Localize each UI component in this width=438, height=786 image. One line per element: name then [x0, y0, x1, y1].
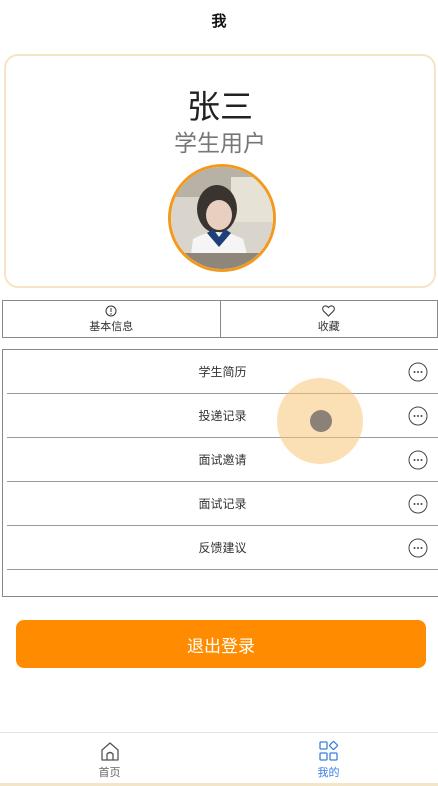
menu-item-interview-records[interactable]: 面试记录	[7, 482, 438, 526]
avatar[interactable]	[168, 164, 276, 272]
menu-item-label: 反馈建议	[198, 541, 247, 555]
info-tabs: 基本信息 收藏	[2, 300, 438, 338]
more-icon[interactable]	[408, 362, 428, 382]
menu-item-label: 学生简历	[198, 365, 247, 379]
menu-item-applications[interactable]: 投递记录	[7, 394, 438, 438]
avatar-photo	[171, 167, 273, 269]
menu-item-label: 面试邀请	[198, 453, 247, 467]
grid-icon	[318, 741, 338, 761]
tab-mine-label: 我的	[317, 766, 340, 779]
tab-mine[interactable]: 我的	[219, 733, 438, 786]
tab-favorites-label: 收藏	[317, 319, 340, 333]
menu-item-feedback[interactable]: 反馈建议	[7, 526, 438, 570]
menu-item-resume[interactable]: 学生简历	[7, 350, 438, 394]
profile-role: 学生用户	[174, 131, 266, 157]
tab-basic-info[interactable]: 基本信息	[3, 301, 220, 337]
tab-home[interactable]: 首页	[0, 733, 219, 786]
page-title: 我	[211, 12, 227, 30]
profile-card: 张三 学生用户	[4, 54, 436, 288]
tab-home-label: 首页	[98, 766, 121, 779]
more-icon[interactable]	[408, 406, 428, 426]
bottom-tab-bar: 首页 我的	[0, 732, 438, 786]
more-icon[interactable]	[408, 450, 428, 470]
profile-name: 张三	[187, 87, 253, 126]
info-icon	[105, 305, 117, 316]
more-icon[interactable]	[408, 538, 428, 558]
tab-basic-info-label: 基本信息	[89, 319, 134, 333]
menu-list: 学生简历 投递记录 面试邀请 面试记录 反馈建议	[2, 349, 438, 597]
more-icon[interactable]	[408, 494, 428, 514]
logout-button[interactable]: 退出登录	[16, 620, 426, 668]
touch-indicator	[310, 410, 332, 432]
home-icon	[100, 742, 119, 761]
menu-item-interview-invites[interactable]: 面试邀请	[7, 438, 438, 482]
menu-item-label: 投递记录	[198, 409, 247, 423]
menu-item-label: 面试记录	[198, 497, 247, 511]
heart-icon	[322, 304, 336, 317]
tab-favorites[interactable]: 收藏	[219, 301, 438, 337]
